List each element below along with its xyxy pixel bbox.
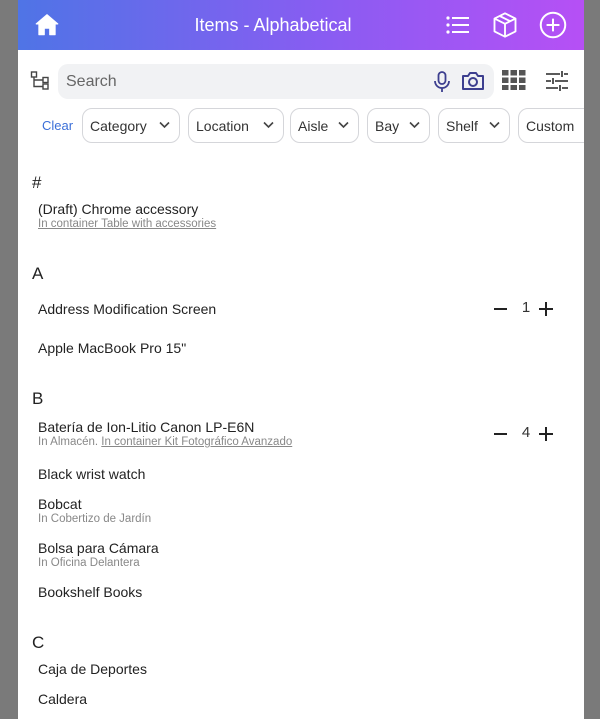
chevron-down-icon <box>263 121 274 129</box>
grid-view-icon[interactable] <box>502 70 526 92</box>
list-item-title[interactable]: (Draft) Chrome accessory <box>38 201 198 217</box>
list-item-title[interactable]: Address Modification Screen <box>38 301 216 317</box>
chevron-down-icon <box>409 121 420 129</box>
search-box <box>58 64 494 99</box>
quantity-value: 4 <box>521 424 531 441</box>
home-icon[interactable] <box>32 10 62 40</box>
section-header: B <box>32 389 44 408</box>
chevron-down-icon <box>159 121 170 129</box>
container-link[interactable]: In container Table with accessories <box>38 218 216 230</box>
box-icon[interactable] <box>490 10 520 40</box>
app-frame: Items - Alphabetical Search Clear Catego… <box>18 0 584 719</box>
list-item-title[interactable]: Bobcat <box>38 496 82 512</box>
top-bar: Items - Alphabetical <box>18 0 584 50</box>
plus-icon[interactable] <box>539 427 553 441</box>
search-row <box>18 58 584 104</box>
list-item-title[interactable]: Caja de Deportes <box>38 661 147 677</box>
search-input[interactable] <box>66 64 426 99</box>
microphone-icon[interactable] <box>432 70 454 94</box>
list-item-subtitle: In Oficina Delantera <box>38 557 140 569</box>
clear-filters-button[interactable]: Clear <box>42 118 73 133</box>
add-circle-icon[interactable] <box>538 10 568 40</box>
list-item-title[interactable]: Black wrist watch <box>38 466 145 482</box>
list-item-title[interactable]: Apple MacBook Pro 15" <box>38 340 186 356</box>
minus-icon[interactable] <box>494 433 507 435</box>
quantity-stepper: 4 <box>494 423 556 445</box>
filter-chip-category[interactable]: Category <box>82 108 180 143</box>
plus-icon[interactable] <box>539 302 553 316</box>
filter-chip-location[interactable]: Location <box>188 108 284 143</box>
chevron-down-icon <box>338 121 349 129</box>
list-icon[interactable] <box>443 10 473 40</box>
container-link[interactable]: In container Kit Fotográfico Avanzado <box>101 436 292 448</box>
list-item-title[interactable]: Batería de Ion-Litio Canon LP-E6N <box>38 419 254 435</box>
list-item-subtitle: In Cobertizo de Jardín <box>38 513 152 525</box>
filter-chip-custom[interactable]: Custom <box>518 108 584 143</box>
list-item-title[interactable]: Bookshelf Books <box>38 584 142 600</box>
quantity-value: 1 <box>521 299 531 316</box>
filter-chip-aisle[interactable]: Aisle <box>290 108 359 143</box>
filter-sliders-icon[interactable] <box>545 70 569 92</box>
list-item-title[interactable]: Caldera <box>38 691 87 707</box>
list-item-title[interactable]: Bolsa para Cámara <box>38 540 159 556</box>
hierarchy-icon[interactable] <box>30 70 52 92</box>
filter-bar: Clear Category Location Aisle Bay Shelf … <box>18 108 584 144</box>
list-item-subtitle: In container Table with accessories <box>38 218 216 230</box>
page-title: Items - Alphabetical <box>194 15 352 35</box>
minus-icon[interactable] <box>494 308 507 310</box>
chevron-down-icon <box>489 121 500 129</box>
filter-chip-bay[interactable]: Bay <box>367 108 430 143</box>
camera-icon[interactable] <box>460 69 486 93</box>
section-header: C <box>32 633 45 652</box>
section-header: # <box>32 173 42 192</box>
list-item-subtitle: In Almacén. In container Kit Fotográfico… <box>38 436 293 448</box>
filter-chip-shelf[interactable]: Shelf <box>438 108 510 143</box>
quantity-stepper: 1 <box>494 298 556 320</box>
section-header: A <box>32 264 44 283</box>
